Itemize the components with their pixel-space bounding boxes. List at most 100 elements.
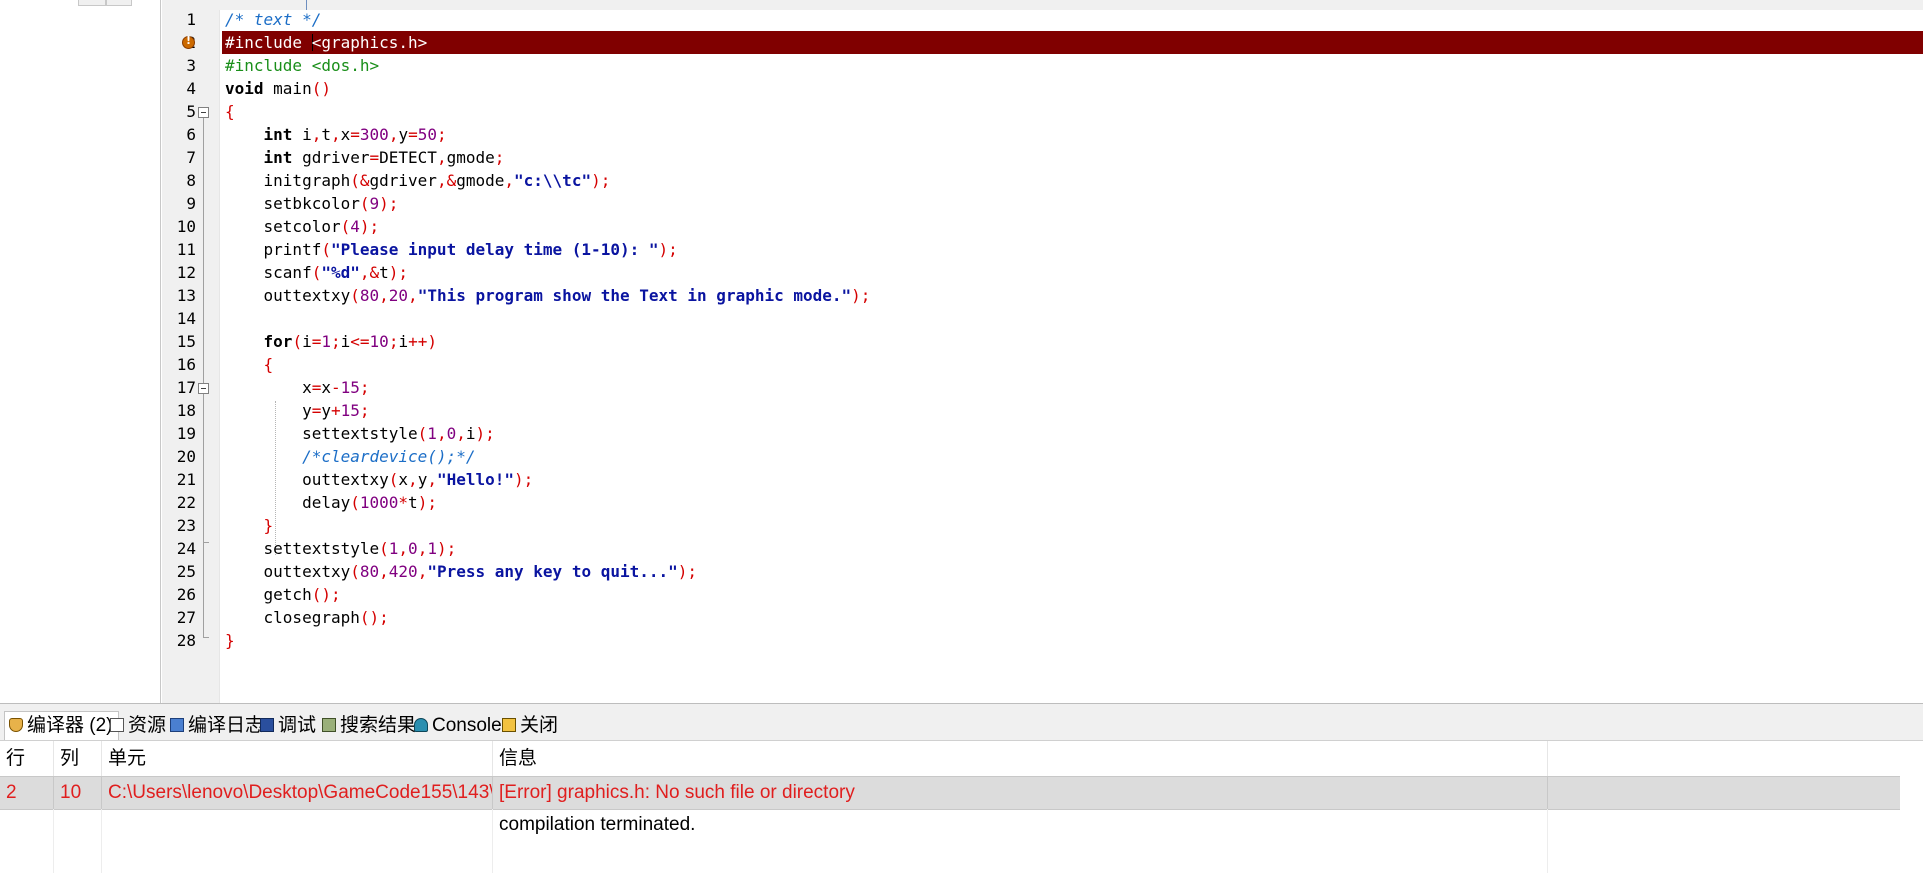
header-column[interactable]: 列 — [54, 741, 102, 776]
code-line[interactable]: int gdriver=DETECT,gmode; — [222, 146, 1923, 169]
code-token: y — [225, 401, 312, 420]
code-line[interactable]: { — [222, 353, 1923, 376]
code-line[interactable]: setcolor(4); — [222, 215, 1923, 238]
table-row[interactable]: compilation terminated. — [0, 809, 1900, 841]
row-unit — [102, 841, 493, 873]
code-token: closegraph — [225, 608, 360, 627]
code-token: 1 — [388, 539, 399, 558]
tab-search-results[interactable]: 搜索结果 — [318, 713, 421, 739]
code-token: = — [350, 125, 360, 144]
code-token: () — [311, 79, 331, 98]
code-token: ,& — [436, 171, 457, 190]
line-number: 28 — [176, 631, 196, 650]
row-column — [54, 841, 102, 873]
code-line[interactable]: #include <dos.h> — [222, 54, 1923, 77]
code-token: ); — [851, 286, 871, 305]
code-line[interactable]: outtextxy(x,y,"Hello!"); — [222, 468, 1923, 491]
tab-console[interactable]: Console — [410, 713, 507, 739]
code-line[interactable]: void main() — [222, 77, 1923, 100]
line-number: 24 — [176, 539, 196, 558]
code-area[interactable]: /* text */#include <graphics.h> #include … — [222, 10, 1923, 703]
code-token: 300 — [359, 125, 389, 144]
code-token: } — [263, 516, 274, 535]
code-token: void — [225, 79, 264, 98]
code-token: 1 — [427, 424, 437, 443]
code-line[interactable]: getch(); — [222, 583, 1923, 606]
row-unit: C:\Users\lenovo\Desktop\GameCode155\143\… — [102, 777, 493, 809]
code-token: outtextxy — [225, 562, 351, 581]
code-line[interactable]: int i,t,x=300,y=50; — [222, 123, 1923, 146]
code-line[interactable]: } — [222, 629, 1923, 652]
line-number: 25 — [176, 562, 196, 581]
code-token: i — [292, 125, 312, 144]
code-line[interactable]: { — [222, 100, 1923, 123]
code-line[interactable]: settextstyle(1,0,1); — [222, 537, 1923, 560]
code-line[interactable]: setbkcolor(9); — [222, 192, 1923, 215]
code-token: (& — [350, 171, 370, 190]
header-line[interactable]: 行 — [0, 741, 54, 776]
code-token: #include <dos.h> — [225, 56, 380, 75]
code-token: ( — [350, 286, 360, 305]
tab-close-panel[interactable]: 关闭 — [498, 713, 563, 739]
code-token: 15 — [340, 401, 360, 420]
code-line[interactable]: /* text */ — [222, 8, 1923, 31]
fold-toggle-icon[interactable] — [198, 107, 209, 118]
table-row[interactable]: 2 10 C:\Users\lenovo\Desktop\GameCode155… — [0, 776, 1900, 810]
fold-toggle-icon[interactable] — [198, 383, 209, 394]
row-column: 10 — [54, 777, 102, 809]
code-token: 50 — [417, 125, 437, 144]
header-info[interactable]: 信息 — [493, 741, 1548, 776]
line-number-gutter[interactable]: 1234567891011121314151617181920212223242… — [162, 10, 220, 703]
code-token: ); — [658, 240, 678, 259]
code-token: y — [417, 470, 428, 489]
code-token: , — [311, 125, 322, 144]
tab-debug[interactable]: 调试 — [256, 713, 321, 739]
code-token: ++) — [408, 332, 437, 351]
code-token: = — [369, 148, 380, 167]
error-marker-icon[interactable] — [182, 34, 195, 49]
tab-label: 搜索结果 — [340, 715, 417, 736]
code-line[interactable]: y=y+15; — [222, 399, 1923, 422]
error-code-line[interactable]: #include <graphics.h> — [222, 31, 1923, 54]
code-token: 15 — [340, 378, 360, 397]
code-line[interactable]: outtextxy(80,420,"Press any key to quit.… — [222, 560, 1923, 583]
code-token: i — [340, 332, 351, 351]
project-browser-panel[interactable] — [0, 0, 161, 703]
code-line[interactable]: initgraph(&gdriver,&gmode,"c:\\tc"); — [222, 169, 1923, 192]
code-line[interactable] — [222, 307, 1923, 330]
line-number: 7 — [186, 148, 196, 167]
code-editor[interactable]: 1234567891011121314151617181920212223242… — [162, 10, 1923, 703]
code-line[interactable]: closegraph(); — [222, 606, 1923, 629]
browser-tab-stub[interactable] — [78, 0, 106, 6]
code-token: "c:\\tc" — [514, 171, 592, 190]
code-token: i — [465, 424, 476, 443]
tab-label: 关闭 — [520, 715, 559, 736]
code-line[interactable]: for(i=1;i<=10;i++) — [222, 330, 1923, 353]
code-line[interactable]: outtextxy(80,20,"This program show the T… — [222, 284, 1923, 307]
code-token: 1000 — [359, 493, 399, 512]
line-number: 5 — [186, 102, 196, 121]
code-line[interactable]: } — [222, 514, 1923, 537]
header-unit[interactable]: 单元 — [102, 741, 493, 776]
browser-tab-stub[interactable] — [106, 0, 132, 6]
line-number: 11 — [176, 240, 196, 259]
code-line[interactable]: scanf("%d",&t); — [222, 261, 1923, 284]
code-line[interactable]: printf("Please input delay time (1-10): … — [222, 238, 1923, 261]
compiler-messages-table[interactable]: 行 列 单元 信息 2 10 C:\Users\lenovo\Desktop\G… — [0, 740, 1923, 874]
code-line[interactable]: delay(1000*t); — [222, 491, 1923, 514]
code-token: 4 — [350, 217, 360, 236]
code-line[interactable]: x=x-15; — [222, 376, 1923, 399]
code-token: <graphics.h> — [311, 33, 428, 52]
code-line[interactable]: settextstyle(1,0,i); — [222, 422, 1923, 445]
code-line[interactable]: /*cleardevice();*/ — [222, 445, 1923, 468]
code-token: ; — [388, 332, 399, 351]
line-number: 3 — [186, 56, 196, 75]
code-token: , — [504, 171, 515, 190]
code-token: y — [398, 125, 409, 144]
row-info — [493, 841, 1548, 873]
code-token: t — [321, 125, 331, 144]
tab-resources[interactable]: 资源 — [106, 713, 171, 739]
tab-compile-log[interactable]: 编译日志 — [166, 713, 269, 739]
tab-compiler[interactable]: 编译器 (2) — [4, 711, 119, 740]
row-line — [0, 809, 54, 841]
